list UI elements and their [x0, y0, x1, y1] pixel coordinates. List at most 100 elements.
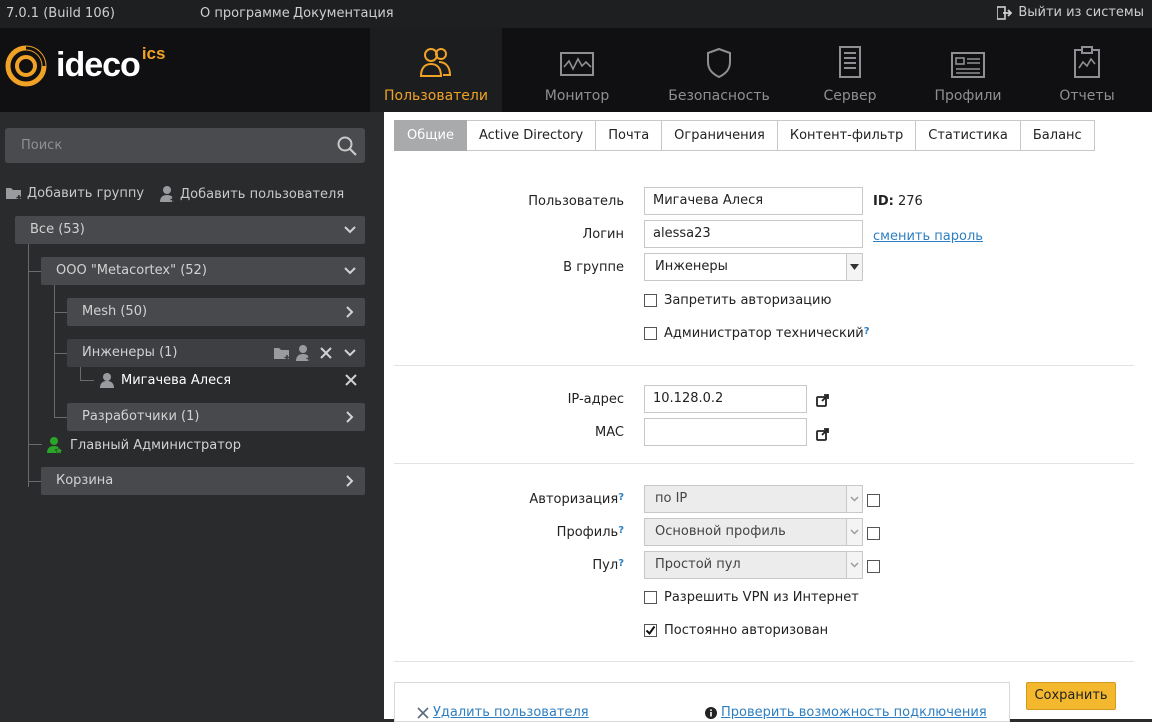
pool-label-wrap: Пул? — [480, 558, 624, 573]
chevron-right-icon[interactable] — [343, 305, 357, 319]
delete-user-button[interactable]: Удалить пользователя — [417, 705, 589, 720]
docs-link[interactable]: Документация — [293, 6, 394, 21]
tree-node-devs[interactable]: Разработчики (1) — [67, 403, 365, 431]
monitor-icon — [560, 52, 594, 76]
logo: ideco ics — [4, 44, 165, 88]
help-icon[interactable]: ? — [618, 558, 624, 569]
version-label: 7.0.1 (Build 106) — [6, 6, 115, 21]
nav-tab-reports[interactable]: Отчеты — [1021, 28, 1152, 112]
add-user-icon — [160, 186, 176, 202]
clipboard-report-icon — [1074, 46, 1100, 78]
add-user-icon[interactable] — [296, 344, 312, 362]
tree-node-org[interactable]: ООО "Metacortex" (52) — [41, 257, 365, 285]
close-icon[interactable] — [319, 346, 333, 360]
chevron-down-icon[interactable] — [343, 346, 357, 360]
add-user-label: Добавить пользователя — [180, 186, 345, 202]
change-password-link[interactable]: сменить пароль — [873, 229, 983, 244]
close-icon[interactable] — [344, 373, 358, 387]
chevron-right-icon[interactable] — [343, 474, 357, 488]
search-icon[interactable] — [337, 136, 357, 156]
tab-statistics[interactable]: Статистика — [916, 120, 1021, 151]
chevron-down-icon[interactable] — [343, 264, 357, 278]
tab-bar: Общие Active Directory Почта Ограничения… — [394, 120, 1095, 151]
tree-line — [28, 244, 29, 487]
always-auth-checkbox[interactable] — [644, 624, 657, 637]
chevron-down-icon[interactable] — [343, 223, 357, 237]
nav-tab-server[interactable]: Сервер — [784, 28, 916, 112]
divider — [394, 661, 1134, 662]
tree-node-all[interactable]: Все (53) — [15, 216, 365, 244]
tree-line — [28, 271, 42, 272]
deny-auth-checkbox[interactable] — [644, 294, 657, 307]
help-icon[interactable]: ? — [618, 492, 624, 503]
tab-limits[interactable]: Ограничения — [662, 120, 778, 151]
save-button[interactable]: Сохранить — [1026, 682, 1116, 710]
divider — [394, 365, 1134, 366]
tab-mail[interactable]: Почта — [596, 120, 663, 151]
pool-override-checkbox[interactable] — [867, 560, 880, 573]
group-label: В группе — [563, 260, 624, 275]
mac-input[interactable] — [644, 418, 807, 446]
profile-select[interactable]: Основной профиль — [644, 518, 863, 546]
logo-suffix: ics — [141, 44, 166, 63]
dropdown-arrow-icon[interactable] — [846, 254, 862, 280]
nav-tab-security[interactable]: Безопасность — [653, 28, 785, 112]
users-icon — [419, 48, 452, 77]
tree-line — [80, 380, 94, 381]
user-name-input[interactable]: Мигачева Алеся — [644, 187, 863, 215]
help-icon[interactable]: ? — [864, 326, 870, 337]
tree-line — [80, 367, 81, 381]
pool-select[interactable]: Простой пул — [644, 551, 863, 579]
bottom-action-bar: Удалить пользователя Проверить возможнос… — [394, 682, 1010, 722]
tree-node-engineers[interactable]: Инженеры (1) — [67, 339, 365, 367]
login-input[interactable]: alessa23 — [644, 220, 863, 248]
add-folder-icon[interactable] — [273, 345, 291, 361]
nav-tab-monitor[interactable]: Монитор — [511, 28, 643, 112]
chevron-down-icon[interactable] — [846, 519, 862, 545]
check-connection-button[interactable]: Проверить возможность подключения — [705, 705, 987, 720]
logo-text: ideco — [56, 46, 141, 84]
tree-user-label: Мигачева Алеся — [121, 372, 232, 388]
tree-node-label: Mesh (50) — [82, 304, 148, 319]
tab-balance[interactable]: Баланс — [1020, 120, 1095, 151]
tree-line — [28, 481, 42, 482]
add-user-button[interactable]: Добавить пользователя — [160, 185, 344, 203]
nav-tab-profiles[interactable]: Профили — [902, 28, 1034, 112]
refresh-icon[interactable] — [816, 427, 830, 441]
tree-admin-item[interactable]: Главный Администратор — [46, 436, 241, 454]
search-box[interactable]: Поиск — [5, 128, 365, 163]
tab-general[interactable]: Общие — [394, 120, 467, 151]
profile-override-checkbox[interactable] — [867, 527, 880, 540]
tab-content-filter[interactable]: Контент-фильтр — [777, 120, 917, 151]
auth-select[interactable]: по IP — [644, 485, 863, 513]
tree-line — [54, 353, 68, 354]
allow-vpn-checkbox[interactable] — [644, 591, 657, 604]
auth-select-value: по IP — [655, 491, 688, 506]
pool-label: Пул — [592, 558, 619, 573]
tree-line — [54, 417, 68, 418]
logout-button[interactable]: Выйти из системы — [997, 5, 1144, 20]
chevron-down-icon[interactable] — [846, 486, 862, 512]
help-icon[interactable]: ? — [618, 525, 624, 536]
nav-label: Безопасность — [668, 88, 770, 104]
tech-admin-checkbox[interactable] — [644, 327, 657, 340]
nav-label: Отчеты — [1059, 88, 1115, 104]
profile-card-icon — [951, 52, 985, 78]
always-auth-label: Постоянно авторизован — [664, 623, 829, 638]
refresh-icon[interactable] — [816, 393, 830, 407]
search-input[interactable]: Поиск — [21, 138, 62, 153]
tree-user-item[interactable]: Мигачева Алеся — [99, 372, 231, 388]
group-select[interactable]: Инженеры — [644, 253, 863, 281]
ip-input[interactable]: 10.128.0.2 — [644, 385, 807, 413]
deny-auth-label: Запретить авторизацию — [664, 293, 832, 308]
add-group-button[interactable]: Добавить группу — [5, 185, 144, 201]
tree-node-trash[interactable]: Корзина — [41, 467, 365, 495]
nav-label: Сервер — [823, 88, 877, 104]
chevron-down-icon[interactable] — [846, 552, 862, 578]
auth-override-checkbox[interactable] — [867, 494, 880, 507]
tab-active-directory[interactable]: Active Directory — [466, 120, 597, 151]
chevron-right-icon[interactable] — [343, 410, 357, 424]
nav-tab-users[interactable]: Пользователи — [370, 28, 502, 112]
about-link[interactable]: О программе — [200, 6, 290, 21]
tree-node-mesh[interactable]: Mesh (50) — [67, 298, 365, 326]
